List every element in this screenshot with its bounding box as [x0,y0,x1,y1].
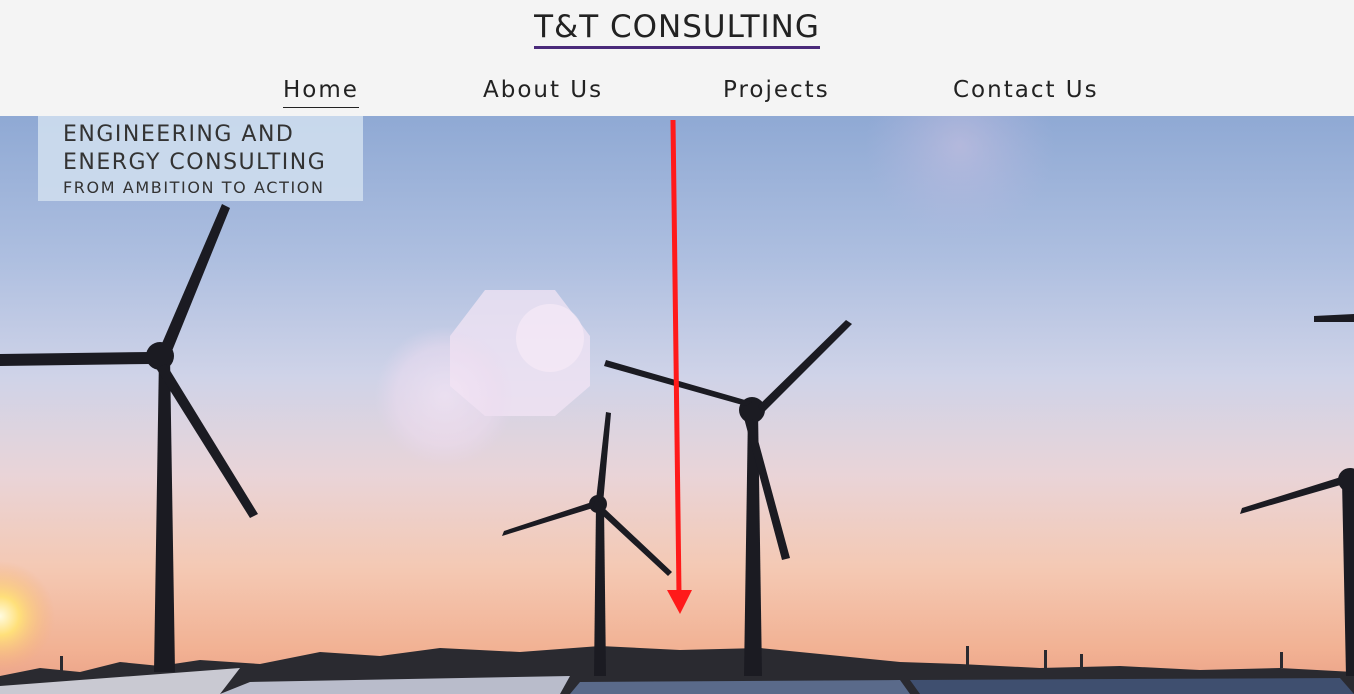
nav-home[interactable]: Home [283,73,359,108]
lens-flare [865,116,1055,241]
tagline-subtitle: FROM AMBITION TO ACTION [63,178,325,197]
nav-projects[interactable]: Projects [723,73,830,107]
tagline-line-1: ENGINEERING AND [63,122,295,147]
lens-flare [375,326,515,466]
brand-container: T&T CONSULTING [0,8,1354,49]
nav-contact-us[interactable]: Contact Us [953,73,1099,107]
wind-turbine [502,412,672,676]
wind-turbine [1240,314,1354,676]
lens-flare [516,304,584,372]
tagline-line-2: ENERGY CONSULTING [63,150,327,175]
nav-about-us[interactable]: About Us [483,73,603,107]
page: T&T CONSULTING Home About Us Projects Co… [0,0,1354,694]
solar-panel [910,678,1354,694]
site-header: T&T CONSULTING Home About Us Projects Co… [0,0,1354,116]
wind-turbine [604,320,852,676]
main-nav: Home About Us Projects Contact Us [0,73,1354,113]
hero-image [0,116,1354,694]
sun [0,561,55,671]
brand-logo-link[interactable]: T&T CONSULTING [534,8,820,49]
solar-panel [570,680,910,694]
hero-illustration [0,116,1354,694]
tagline-box: ENGINEERING AND ENERGY CONSULTING FROM A… [38,116,363,201]
